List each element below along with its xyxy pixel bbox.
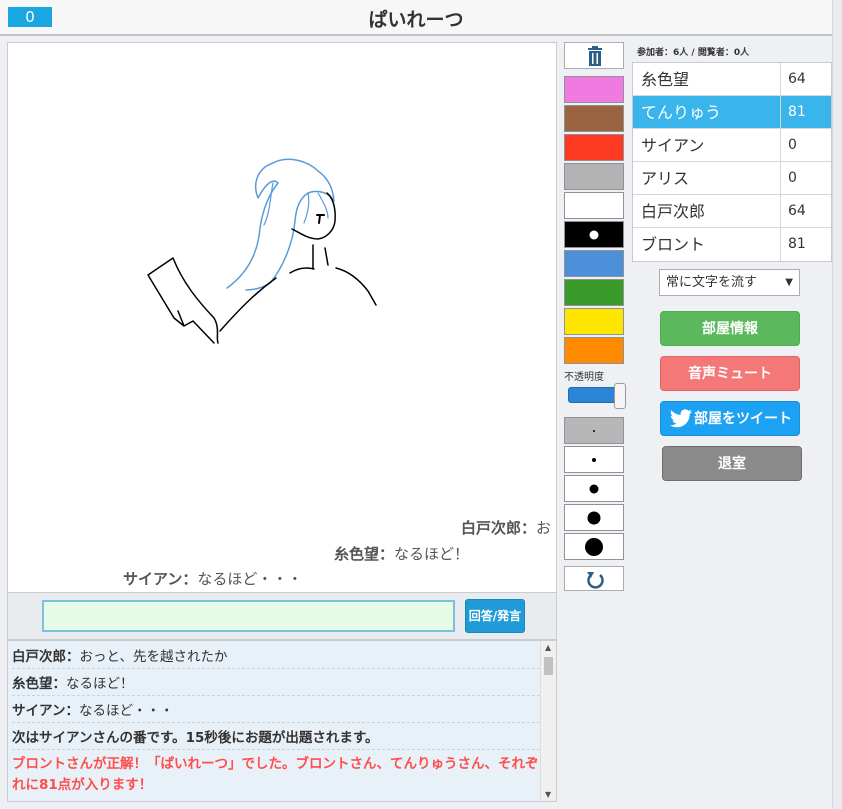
answer-submit-button[interactable]: 回答/発言 xyxy=(465,599,525,633)
player-score: 81 xyxy=(788,236,806,252)
mute-button[interactable]: 音声ミュート xyxy=(660,356,800,391)
room-info-button[interactable]: 部屋情報 xyxy=(660,311,800,346)
answer-input[interactable] xyxy=(42,600,455,632)
hair-stroke xyxy=(226,158,335,291)
opacity-label: 不透明度 xyxy=(564,372,604,383)
pen-size-dot xyxy=(589,484,599,493)
color-swatch[interactable] xyxy=(564,308,624,335)
color-swatch[interactable] xyxy=(564,221,624,248)
color-swatch[interactable] xyxy=(564,337,624,364)
twitter-icon xyxy=(670,409,692,428)
player-score: 64 xyxy=(788,203,806,219)
color-swatch[interactable] xyxy=(564,279,624,306)
participant-count: 参加者：6人 / 閲覧者：0人 xyxy=(637,48,750,58)
canvas-flow-message: サイアン：なるほど・・・ xyxy=(123,570,303,588)
opacity-handle[interactable] xyxy=(614,383,626,409)
pen-size-button[interactable] xyxy=(564,533,624,560)
player-score: 0 xyxy=(788,170,797,186)
player-row: アリス 0 xyxy=(633,162,831,195)
player-row: 白戸次郎 64 xyxy=(633,195,831,228)
chat-log[interactable]: 白戸次郎：おっと、先を越されたか 糸色望：なるほど！ サイアン：なるほど・・・ … xyxy=(7,640,557,802)
color-swatch[interactable] xyxy=(564,134,624,161)
right-scroll-strip xyxy=(832,0,842,809)
page-title: ぱいれーつ xyxy=(368,9,464,31)
face-stroke xyxy=(291,192,336,240)
player-name: 白戸次郎 xyxy=(633,195,781,227)
pen-size-button[interactable] xyxy=(564,475,624,502)
pen-size-dot xyxy=(593,429,595,432)
player-list: 糸色望 64 てんりゅう 81 サイアン 0 アリス 0 白戸次郎 64 ブロント 81 xyxy=(632,62,832,262)
canvas-flow-message: 糸色望：なるほど！ xyxy=(334,545,470,563)
player-score: 0 xyxy=(788,137,797,153)
pen-size-dot xyxy=(587,511,601,524)
color-swatch[interactable] xyxy=(564,105,624,132)
scroll-down-icon[interactable]: ▼ xyxy=(545,790,551,799)
color-swatch[interactable] xyxy=(564,76,624,103)
player-row: 糸色望 64 xyxy=(633,63,831,96)
chat-system-message: 次はサイアンさんの番です。15秒後にお題が出題されます。 xyxy=(12,727,540,750)
player-score: 81 xyxy=(788,104,806,120)
tweet-room-button[interactable]: 部屋をツイート xyxy=(660,401,800,436)
pen-size-button[interactable] xyxy=(564,504,624,531)
chevron-down-icon: ▼ xyxy=(785,277,793,288)
pen-size-dot xyxy=(585,537,603,556)
eye-stroke xyxy=(316,214,325,224)
pen-size-dot xyxy=(592,457,596,462)
player-name: ブロント xyxy=(633,228,781,261)
sign-stroke xyxy=(147,257,219,344)
color-swatch[interactable] xyxy=(564,163,624,190)
top-bar: 0 ぱいれーつ xyxy=(0,0,832,36)
pen-size-button[interactable] xyxy=(564,417,624,444)
player-name: 糸色望 xyxy=(633,63,781,95)
player-row-active: てんりゅう 81 xyxy=(633,96,831,129)
color-swatch[interactable] xyxy=(564,192,624,219)
chat-message: 白戸次郎：おっと、先を越されたか xyxy=(12,646,540,669)
player-row: ブロント 81 xyxy=(633,228,831,261)
player-name: てんりゅう xyxy=(633,96,781,128)
undo-icon xyxy=(587,572,604,589)
scroll-thumb[interactable] xyxy=(544,657,553,675)
chat-message: 糸色望：なるほど！ xyxy=(12,673,540,696)
pen-size-button[interactable] xyxy=(564,446,624,473)
drawing xyxy=(147,158,377,344)
neck-stroke xyxy=(289,244,329,274)
answer-area: 回答/発言 xyxy=(7,593,557,640)
player-score: 64 xyxy=(788,71,806,87)
chat-message: サイアン：なるほど・・・ xyxy=(12,700,540,723)
round-badge: 0 xyxy=(8,7,52,27)
shoulder-stroke xyxy=(335,267,377,306)
arm-stroke xyxy=(219,277,277,332)
exit-room-button[interactable]: 退室 xyxy=(662,446,802,481)
flow-mode-value: 常に文字を流す xyxy=(666,275,758,290)
selected-color-indicator xyxy=(589,230,599,239)
scroll-up-icon[interactable]: ▲ xyxy=(545,643,551,652)
player-name: アリス xyxy=(633,162,781,194)
trash-icon xyxy=(588,46,602,66)
clear-canvas-button[interactable] xyxy=(564,42,624,69)
color-swatch[interactable] xyxy=(564,250,624,277)
opacity-slider[interactable] xyxy=(568,383,628,409)
chat-scrollbar[interactable]: ▲ ▼ xyxy=(540,641,556,801)
player-row: サイアン 0 xyxy=(633,129,831,162)
chat-correct-message: ブロントさんが正解！「ぱいれーつ」でした。ブロントさん、てんりゅうさん、それぞれ… xyxy=(12,756,539,793)
drawing-canvas[interactable]: 白戸次郎：お 糸色望：なるほど！ サイアン：なるほど・・・ xyxy=(7,42,557,593)
flow-mode-select[interactable]: 常に文字を流す ▼ xyxy=(659,269,800,296)
player-name: サイアン xyxy=(633,129,781,161)
canvas-flow-message: 白戸次郎：お xyxy=(461,519,552,537)
undo-button[interactable] xyxy=(564,566,624,591)
